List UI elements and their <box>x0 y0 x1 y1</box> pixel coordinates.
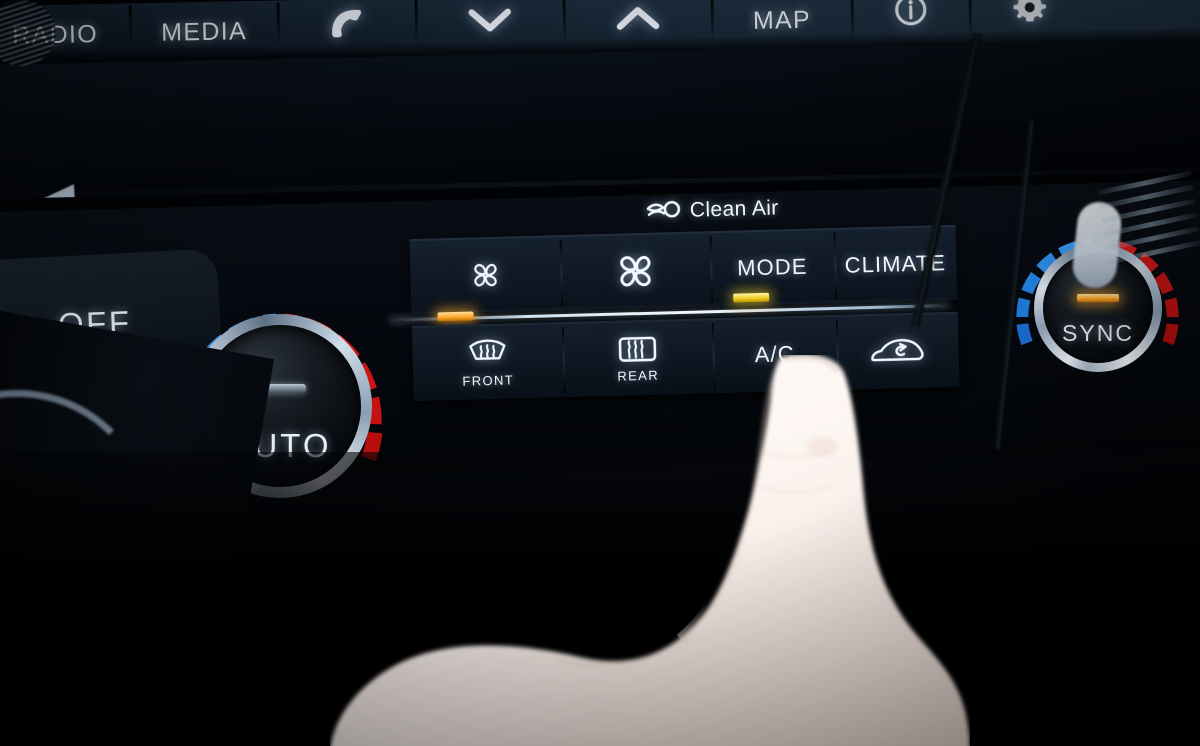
rear-defrost-icon <box>618 336 657 362</box>
recirculation-icon <box>871 338 924 362</box>
airflow-swirl-icon <box>646 200 681 218</box>
chevron-down-icon <box>468 8 511 32</box>
air-vent-slats <box>1097 170 1200 298</box>
fan-speed-down-button[interactable] <box>410 236 562 314</box>
mode-button[interactable]: MODE <box>709 229 835 306</box>
ac-led <box>733 292 770 303</box>
screenshot-root: RADIO MEDIA MAP <box>0 0 1200 746</box>
front-defrost-label: FRONT <box>462 371 515 389</box>
fan-small-icon <box>474 263 497 287</box>
lower-console-shadow <box>0 452 1200 746</box>
sync-dial-label: SYNC <box>1062 320 1134 346</box>
head-unit-button-setup[interactable] <box>969 0 1090 35</box>
climate-upper-button-row: MODE CLIMATE <box>409 224 958 315</box>
head-unit-button-media[interactable]: MEDIA <box>129 0 278 51</box>
head-unit-button-info[interactable] <box>851 0 970 37</box>
clean-air-badge: Clean Air <box>646 196 779 223</box>
gear-icon <box>1013 0 1046 22</box>
chevron-up-icon <box>616 6 660 30</box>
clean-air-label: Clean Air <box>689 196 779 222</box>
fan-speed-up-button[interactable] <box>560 232 712 310</box>
head-unit-button-map[interactable]: MAP <box>711 0 852 40</box>
head-unit-button-seek-down[interactable] <box>415 0 564 46</box>
phone-icon <box>332 9 362 38</box>
head-unit-button-phone[interactable] <box>277 0 416 48</box>
rear-defrost-label: REAR <box>617 367 660 384</box>
climate-lower-button-row: FRONT REAR A/C <box>411 311 960 402</box>
fan-large-icon <box>620 255 651 287</box>
mode-button-label: MODE <box>736 253 808 281</box>
head-unit-label-media: MEDIA <box>160 17 248 47</box>
upper-trim-panel <box>0 38 1200 210</box>
recirculation-button[interactable] <box>836 313 960 390</box>
ac-button-label: A/C <box>754 341 795 368</box>
front-defrost-icon <box>469 339 506 360</box>
head-unit-button-seek-up[interactable] <box>563 0 712 43</box>
info-icon <box>895 0 927 26</box>
front-defrost-led <box>437 311 474 322</box>
head-unit-label-map: MAP <box>752 5 812 35</box>
ac-button[interactable]: A/C <box>712 316 838 393</box>
rear-defrost-button[interactable]: REAR <box>562 319 714 397</box>
front-defrost-button[interactable]: FRONT <box>412 323 564 401</box>
